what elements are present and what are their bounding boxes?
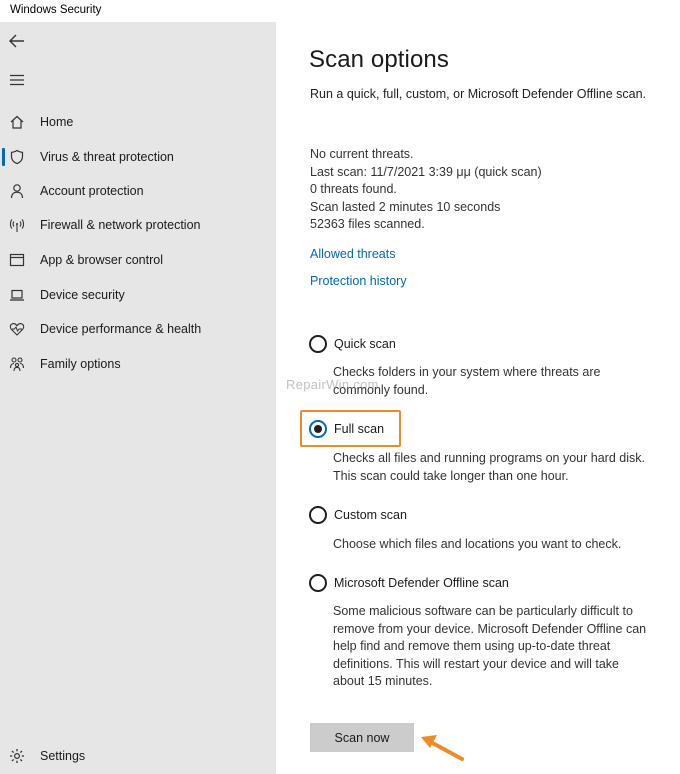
- sidebar-item-label: Account protection: [40, 184, 144, 198]
- full-scan-option[interactable]: Full scan: [309, 418, 384, 440]
- radio-label: Quick scan: [334, 337, 396, 351]
- sidebar-item-device-performance-health[interactable]: Device performance & health: [0, 314, 276, 344]
- custom-scan-option[interactable]: Custom scan: [309, 504, 407, 526]
- sidebar-item-label: Home: [40, 115, 74, 129]
- sidebar-item-family-options[interactable]: Family options: [0, 349, 276, 379]
- pointer-arrow-icon: [421, 735, 464, 761]
- title-bar: Windows Security: [0, 0, 680, 22]
- family-icon: [9, 356, 25, 372]
- scan-status: No current threats. Last scan: 11/7/2021…: [310, 146, 542, 234]
- sidebar-item-settings[interactable]: Settings: [0, 741, 276, 771]
- gear-icon: [9, 748, 25, 764]
- scan-duration: Scan lasted 2 minutes 10 seconds: [310, 199, 501, 214]
- files-scanned-count: 52363 files scanned.: [310, 217, 425, 231]
- last-scan-info: Last scan: 11/7/2021 3:39 μμ (quick scan…: [310, 164, 542, 179]
- main-content: Scan options Run a quick, full, custom, …: [276, 22, 680, 774]
- sidebar-item-device-security[interactable]: Device security: [0, 280, 276, 310]
- sidebar-item-firewall-network-protection[interactable]: Firewall & network protection: [0, 210, 276, 240]
- custom-scan-description: Choose which files and locations you wan…: [333, 537, 622, 551]
- offline-scan-option[interactable]: Microsoft Defender Offline scan: [309, 572, 509, 594]
- quick-scan-option[interactable]: Quick scan: [309, 333, 396, 355]
- scan-now-button[interactable]: Scan now: [310, 723, 414, 752]
- back-button[interactable]: [6, 30, 28, 52]
- sidebar-item-label: App & browser control: [40, 253, 163, 267]
- offline-scan-radio[interactable]: [309, 574, 327, 592]
- sidebar-item-label: Device performance & health: [40, 322, 202, 336]
- menu-button[interactable]: [6, 69, 28, 91]
- sidebar-item-label: Family options: [40, 357, 121, 371]
- heart-pulse-icon: [9, 321, 25, 337]
- laptop-icon: [9, 287, 25, 303]
- page-subtitle: Run a quick, full, custom, or Microsoft …: [310, 87, 647, 101]
- shield-icon: [9, 149, 25, 165]
- sidebar-item-app-browser-control[interactable]: App & browser control: [0, 245, 276, 275]
- sidebar-item-label: Firewall & network protection: [40, 218, 201, 232]
- home-icon: [9, 114, 25, 130]
- window-title: Windows Security: [10, 4, 102, 16]
- quick-scan-description: Checks folders in your system where thre…: [333, 365, 601, 397]
- sidebar-item-label: Settings: [40, 749, 86, 763]
- page-title: Scan options: [309, 46, 449, 73]
- browser-window-icon: [9, 252, 25, 268]
- sidebar-item-label: Virus & threat protection: [40, 150, 174, 164]
- sidebar: Home Virus & threat protection Account p…: [0, 22, 276, 774]
- sidebar-item-account-protection[interactable]: Account protection: [0, 176, 276, 206]
- sidebar-item-virus-threat-protection[interactable]: Virus & threat protection: [0, 142, 276, 172]
- active-indicator: [2, 148, 5, 166]
- back-arrow-icon: [9, 34, 24, 48]
- radio-label: Microsoft Defender Offline scan: [334, 576, 509, 590]
- protection-history-link[interactable]: Protection history: [310, 274, 407, 288]
- threats-found-count: 0 threats found.: [310, 182, 397, 196]
- radio-label: Custom scan: [334, 508, 407, 522]
- person-icon: [9, 183, 25, 199]
- sidebar-item-label: Device security: [40, 288, 125, 302]
- sidebar-item-home[interactable]: Home: [0, 107, 276, 137]
- hamburger-menu-icon: [10, 74, 24, 86]
- allowed-threats-link[interactable]: Allowed threats: [310, 247, 395, 261]
- radio-label: Full scan: [334, 422, 385, 436]
- custom-scan-radio[interactable]: [309, 506, 327, 524]
- full-scan-radio[interactable]: [309, 420, 327, 438]
- full-scan-description: Checks all files and running programs on…: [333, 451, 645, 483]
- offline-scan-description: Some malicious software can be particula…: [333, 604, 647, 688]
- quick-scan-radio[interactable]: [309, 335, 327, 353]
- threats-status: No current threats.: [310, 147, 414, 161]
- wifi-antenna-icon: [9, 217, 25, 233]
